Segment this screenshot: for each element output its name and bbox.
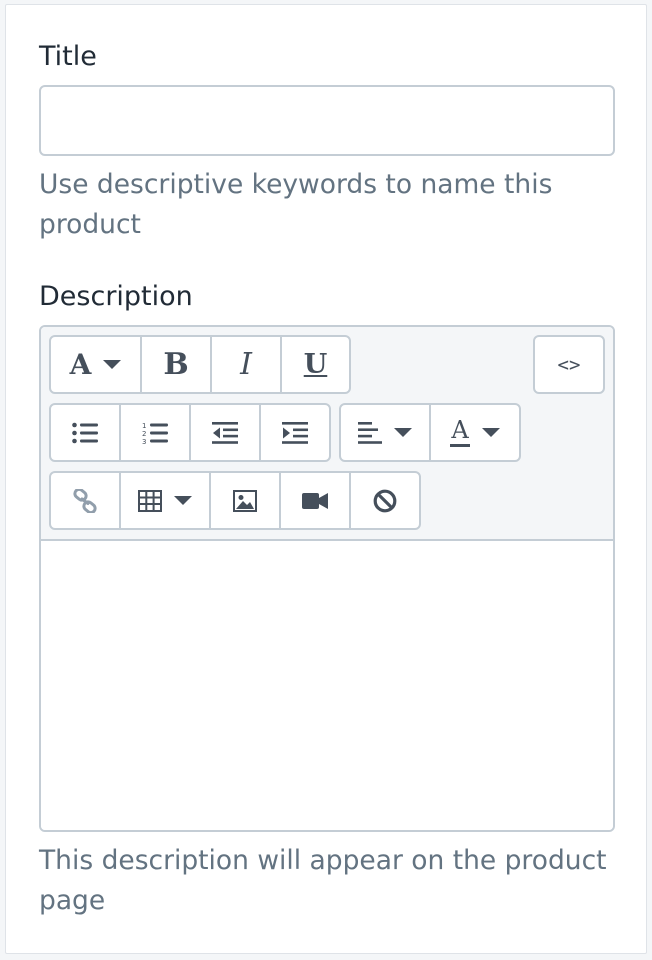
text-color-icon: A [450,415,470,447]
outdent-icon [212,421,238,444]
description-content-area[interactable] [41,541,613,830]
insert-table-button[interactable] [121,473,211,528]
insert-video-button[interactable] [281,473,351,528]
clear-formatting-button[interactable] [351,473,419,528]
font-dropdown-button[interactable]: A [51,337,142,392]
title-input[interactable] [39,85,615,156]
indent-button[interactable] [261,405,329,460]
underline-button[interactable]: U [282,337,349,392]
html-view-button[interactable]: <> [535,337,603,392]
description-help-text: This description will appear on the prod… [39,845,607,916]
code-icon: <> [557,353,581,376]
svg-text:2: 2 [142,430,146,438]
italic-button[interactable]: I [212,337,282,392]
align-color-group: A [339,403,521,462]
bold-button[interactable]: B [142,337,212,392]
text-style-group: A B I U [49,335,351,394]
underline-icon: U [303,349,328,380]
list-group: 1 2 3 [49,403,331,462]
align-dropdown-button[interactable] [341,405,431,460]
link-icon [73,488,97,513]
insert-group [49,471,421,530]
image-icon [233,489,257,512]
text-color-glyph: A [451,415,469,444]
font-icon: A [69,348,92,381]
block-icon [373,489,397,512]
editor-toolbar: A B I U <> 1 2 3 A [41,327,613,541]
insert-image-button[interactable] [211,473,281,528]
table-icon [138,489,162,512]
insert-link-button[interactable] [51,473,121,528]
product-details-card: Title Use descriptive keywords to name t… [5,4,647,954]
numbered-list-icon: 1 2 3 [142,422,168,445]
bullet-list-button[interactable] [51,405,121,460]
text-color-underline [450,443,470,447]
svg-text:1: 1 [142,422,146,430]
chevron-down-icon [394,428,412,437]
chevron-down-icon [482,428,500,437]
italic-icon: I [240,347,252,382]
chevron-down-icon [174,496,192,505]
description-label: Description [39,281,193,312]
numbered-list-button[interactable]: 1 2 3 [121,405,191,460]
html-group: <> [533,335,605,394]
bold-icon: B [163,347,189,382]
title-label: Title [39,41,97,72]
bullet-list-icon [72,422,98,443]
video-camera-icon [302,492,328,509]
svg-text:3: 3 [142,438,146,445]
title-help-text: Use descriptive keywords to name this pr… [39,169,553,240]
outdent-button[interactable] [191,405,261,460]
indent-icon [282,421,308,444]
rich-text-editor: A B I U <> 1 2 3 A [39,325,615,832]
chevron-down-icon [103,360,122,369]
text-color-dropdown-button[interactable]: A [431,405,519,460]
align-left-icon [358,421,382,444]
